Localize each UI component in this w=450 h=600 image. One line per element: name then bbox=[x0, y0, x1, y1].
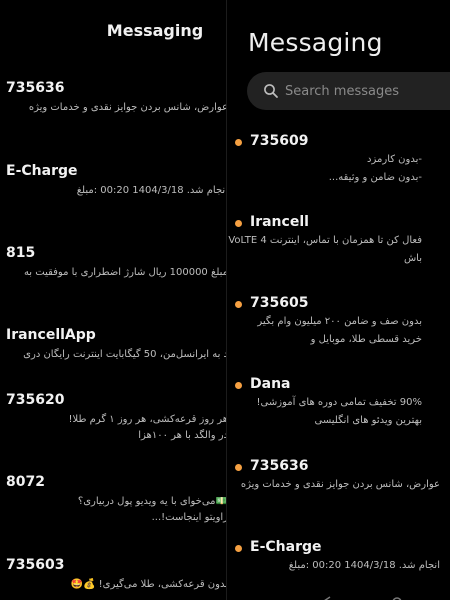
search-icon bbox=[264, 84, 278, 98]
conversation-snippet: فعال کن تا همزمان با تماس، اینترنت 4 VoL… bbox=[228, 235, 422, 264]
search-bar[interactable] bbox=[247, 72, 450, 110]
conversation-snippet: مبلغ 100000 ریال شارژ اضطراری با موفقیت … bbox=[23, 267, 226, 278]
unread-dot bbox=[235, 464, 242, 471]
conversation-sender: 735603 bbox=[6, 557, 65, 573]
conversation-item[interactable]: Irancell فعال کن تا همزمان با تماس، اینت… bbox=[227, 214, 450, 274]
unread-dot bbox=[235, 220, 242, 227]
page-title: Messaging bbox=[248, 28, 383, 57]
conversation-item[interactable]: 735636 عوارض، شانس بردن جوایز نقدی و خدم… bbox=[227, 458, 450, 498]
conversation-sender: Irancell bbox=[250, 214, 309, 230]
left-pane: Messaging 735636 عوارض، شانس بردن جوایز … bbox=[0, 0, 226, 600]
conversation-sender: E-Charge bbox=[250, 539, 322, 555]
conversation-snippet: عوارض، شانس بردن جوایز نقدی و خدمات ویژه bbox=[240, 479, 440, 490]
conversation-sender: IrancellApp bbox=[6, 327, 96, 343]
unread-dot bbox=[235, 139, 242, 146]
conversation-sender: E-Charge bbox=[6, 163, 78, 179]
left-pane-title: Messaging bbox=[106, 21, 204, 40]
conversation-snippet: انجام شد. 1404/3/18 00:20 :مبلغ bbox=[76, 185, 226, 196]
conversation-item[interactable]: 735620 هر روز قرعه‌کشی، هر روز ۱ گرم طلا… bbox=[6, 392, 226, 441]
unread-dot bbox=[235, 382, 242, 389]
conversation-sender: 735609 bbox=[250, 133, 309, 149]
conversation-item[interactable]: 735636 عوارض، شانس بردن جوایز نقدی و خدم… bbox=[6, 80, 226, 113]
conversation-item[interactable]: 8072 💵می‌خوای با یه ویدیو پول دربیاری؟ ر… bbox=[6, 474, 226, 523]
conversation-sender: 735636 bbox=[6, 80, 65, 96]
conversation-snippet: د به ایرانسل‌من، 50 گیگابایت اینترنت رای… bbox=[23, 349, 226, 360]
conversation-item[interactable]: 735609 -بدون کارمزد -بدون ضامن و وثیقه..… bbox=[227, 133, 450, 193]
conversation-snippet: 90% تخفیف تمامی دوره های آموزشی! بهترین … bbox=[256, 397, 422, 426]
conversation-snippet: هر روز قرعه‌کشی، هر روز ۱ گرم طلا! در وا… bbox=[68, 414, 226, 441]
conversation-item[interactable]: E-Charge انجام شد. 1404/3/18 00:20 :مبلغ bbox=[6, 163, 226, 196]
conversation-sender: 735620 bbox=[6, 392, 65, 408]
nav-home-icon[interactable] bbox=[392, 596, 402, 600]
conversation-snippet: انجام شد. 1404/3/18 00:20 :مبلغ bbox=[288, 560, 440, 571]
conversation-sender: Dana bbox=[250, 376, 291, 392]
right-pane: Messaging 735609 -بدون کارمزد -بدون ضامن… bbox=[226, 0, 450, 600]
unread-dot bbox=[235, 301, 242, 308]
conversation-snippet: -بدون کارمزد -بدون ضامن و وثیقه... bbox=[328, 154, 422, 183]
unread-dot bbox=[235, 545, 242, 552]
conversation-item[interactable]: 735605 بدون صف و ضامن ۲۰۰ میلیون وام بگی… bbox=[227, 295, 450, 355]
conversation-item[interactable]: IrancellApp د به ایرانسل‌من، 50 گیگابایت… bbox=[6, 327, 226, 360]
conversation-item[interactable]: E-Charge انجام شد. 1404/3/18 00:20 :مبلغ bbox=[227, 539, 450, 579]
conversation-sender: 735636 bbox=[250, 458, 309, 474]
conversation-item[interactable]: Dana 90% تخفیف تمامی دوره های آموزشی! به… bbox=[227, 376, 450, 436]
conversation-snippet: عوارض، شانس بردن جوایز نقدی و خدمات ویژه bbox=[28, 102, 226, 113]
conversation-sender: 8072 bbox=[6, 474, 45, 490]
conversation-item[interactable]: 815 مبلغ 100000 ریال شارژ اضطراری با موف… bbox=[6, 245, 226, 278]
nav-back-icon[interactable] bbox=[322, 596, 332, 600]
conversation-sender: 735605 bbox=[250, 295, 309, 311]
conversation-item[interactable]: 735603 بدون قرعه‌کشی، طلا می‌گیری! 💰🤩 bbox=[6, 557, 226, 590]
conversation-snippet: 💵می‌خوای با یه ویدیو پول دربیاری؟ راویتو… bbox=[77, 496, 226, 523]
search-input[interactable] bbox=[285, 72, 450, 110]
conversation-snippet: بدون قرعه‌کشی، طلا می‌گیری! 💰🤩 bbox=[70, 579, 226, 590]
conversation-sender: 815 bbox=[6, 245, 36, 261]
conversation-snippet: بدون صف و ضامن ۲۰۰ میلیون وام بگیر خرید … bbox=[257, 316, 422, 345]
